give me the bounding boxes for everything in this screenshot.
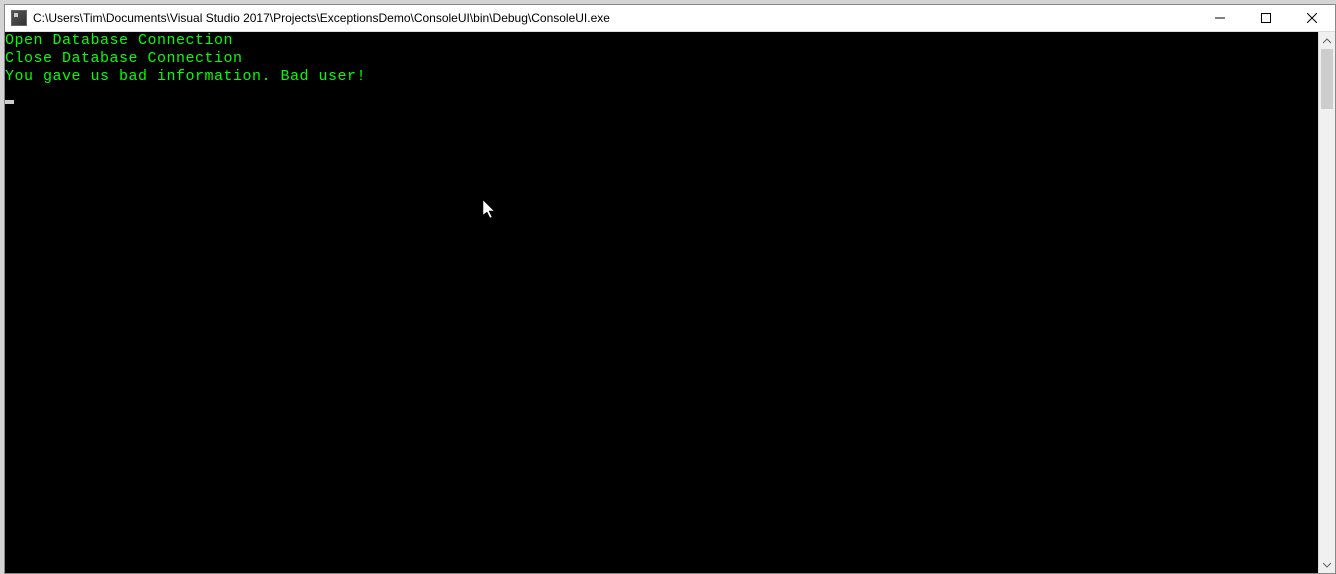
titlebar[interactable]: C:\Users\Tim\Documents\Visual Studio 201…: [5, 5, 1335, 32]
window-title: C:\Users\Tim\Documents\Visual Studio 201…: [33, 11, 1197, 25]
minimize-icon: [1215, 13, 1225, 23]
minimize-button[interactable]: [1197, 5, 1243, 31]
scroll-thumb[interactable]: [1321, 49, 1333, 109]
cursor-icon: [5, 100, 14, 104]
console-line: Close Database Connection: [5, 50, 1318, 68]
maximize-button[interactable]: [1243, 5, 1289, 31]
scroll-up-button[interactable]: [1319, 32, 1335, 49]
vertical-scrollbar[interactable]: [1318, 32, 1335, 573]
scroll-down-button[interactable]: [1319, 556, 1335, 573]
scroll-track[interactable]: [1319, 49, 1335, 556]
console-line: Open Database Connection: [5, 32, 1318, 50]
maximize-icon: [1261, 13, 1271, 23]
close-icon: [1307, 13, 1317, 23]
console-wrapper: Open Database Connection Close Database …: [5, 32, 1335, 573]
console-output[interactable]: Open Database Connection Close Database …: [5, 32, 1318, 573]
console-window: C:\Users\Tim\Documents\Visual Studio 201…: [4, 4, 1336, 574]
close-button[interactable]: [1289, 5, 1335, 31]
console-cursor-line: [5, 86, 1318, 104]
mouse-pointer-icon: [483, 200, 497, 220]
app-icon: [11, 10, 27, 26]
chevron-up-icon: [1323, 37, 1331, 45]
chevron-down-icon: [1323, 561, 1331, 569]
console-line: You gave us bad information. Bad user!: [5, 68, 1318, 86]
window-controls: [1197, 5, 1335, 31]
